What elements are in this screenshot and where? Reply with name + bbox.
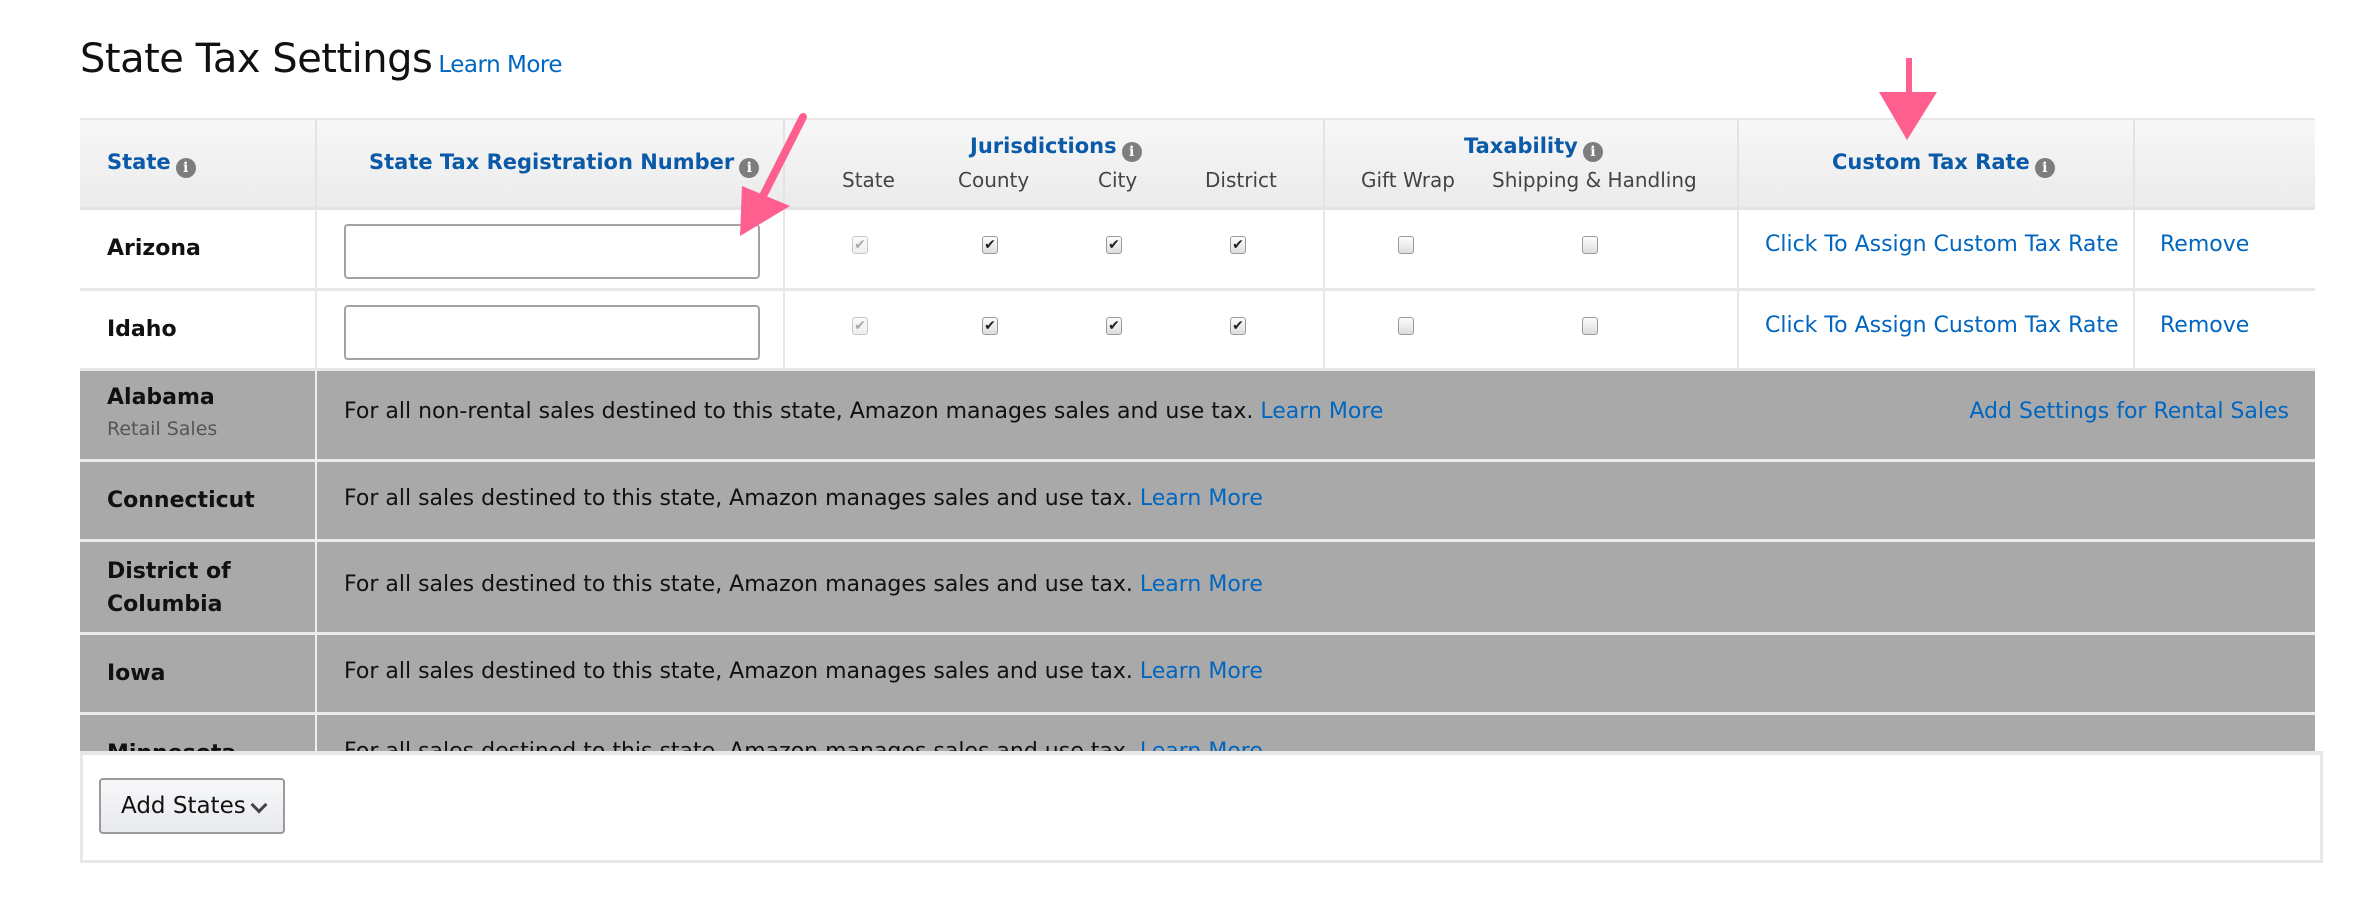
add-rental-settings-link[interactable]: Add Settings for Rental Sales — [1969, 399, 2289, 424]
registration-number-input[interactable] — [344, 224, 760, 279]
taxability-gift-wrap-checkbox[interactable] — [1398, 317, 1414, 335]
jurisdiction-district-checkbox[interactable]: ✔ — [1230, 317, 1246, 335]
column-divider — [1323, 291, 1325, 368]
managed-state-row: Minnesota For all sales destined to this… — [80, 715, 2315, 754]
header-custom-tax-rate: Custom Tax Rate i — [1739, 120, 2135, 210]
column-divider — [783, 291, 785, 368]
subheader-gift-wrap: Gift Wrap — [1361, 168, 1455, 192]
state-name-line2: Columbia — [107, 592, 223, 617]
jurisdiction-state-checkbox: ✔ — [852, 317, 868, 335]
learn-more-link[interactable]: Learn More — [1140, 572, 1263, 597]
column-divider — [315, 542, 317, 632]
column-divider — [315, 210, 317, 288]
jurisdiction-city-checkbox[interactable]: ✔ — [1106, 236, 1122, 254]
managed-note-text: For all sales destined to this state, Am… — [344, 572, 1133, 597]
managed-note: For all non-rental sales destined to thi… — [344, 399, 1383, 424]
table-row: Arizona ✔ ✔ ✔ ✔ Click To Assign Custom T… — [80, 210, 2315, 291]
managed-note-text: For all sales destined to this state, Am… — [344, 659, 1133, 684]
column-divider — [315, 462, 317, 539]
managed-state-row: Connecticut For all sales destined to th… — [80, 462, 2315, 542]
jurisdiction-county-checkbox[interactable]: ✔ — [982, 236, 998, 254]
state-name: Iowa — [107, 661, 166, 686]
jurisdiction-district-checkbox[interactable]: ✔ — [1230, 236, 1246, 254]
jurisdiction-county-checkbox[interactable]: ✔ — [982, 317, 998, 335]
state-name: Connecticut — [107, 488, 255, 513]
managed-note-text: For all sales destined to this state, Am… — [344, 486, 1133, 511]
subheader-county: County — [958, 168, 1030, 192]
header-registration: State Tax Registration Number i — [317, 120, 785, 210]
header-state: State i — [80, 120, 317, 210]
column-divider — [315, 291, 317, 368]
column-divider — [1737, 210, 1739, 288]
learn-more-link[interactable]: Learn More — [1260, 399, 1383, 424]
column-divider — [315, 715, 317, 754]
managed-state-row: Alabama Retail Sales For all non-rental … — [80, 371, 2315, 462]
subheader-district: District — [1205, 168, 1277, 192]
taxability-shipping-handling-checkbox[interactable] — [1582, 236, 1598, 254]
info-icon[interactable]: i — [175, 158, 196, 178]
state-name: District of — [107, 559, 231, 584]
managed-note: For all sales destined to this state, Am… — [344, 486, 1263, 511]
registration-number-input[interactable] — [344, 305, 760, 360]
arrow-shaft — [1906, 58, 1912, 96]
table-header: State i State Tax Registration Number i Ju… — [80, 120, 2315, 210]
state-name: Arizona — [107, 236, 201, 261]
header-taxability: Taxability i Gift Wrap Shipping & Handlin… — [1325, 120, 1739, 210]
subheader-city: City — [1098, 168, 1138, 192]
state-name: Alabama — [107, 385, 215, 410]
info-icon[interactable]: i — [1582, 142, 1603, 162]
subheader-state: State — [842, 168, 895, 192]
learn-more-link[interactable]: Learn More — [1140, 659, 1263, 684]
state-name: Idaho — [107, 317, 177, 342]
header-custom-tax-rate-label[interactable]: Custom Tax Rate — [1832, 150, 2030, 174]
managed-state-row: District of Columbia For all sales desti… — [80, 542, 2315, 635]
taxability-shipping-handling-checkbox[interactable] — [1582, 317, 1598, 335]
column-divider — [1737, 291, 1739, 368]
managed-note-text: For all non-rental sales destined to thi… — [344, 399, 1254, 424]
managed-state-row: Iowa For all sales destined to this stat… — [80, 635, 2315, 715]
state-tax-table: State i State Tax Registration Number i Ju… — [80, 118, 2315, 754]
column-divider — [783, 210, 785, 288]
header-taxability-label[interactable]: Taxability — [1464, 134, 1578, 158]
column-divider — [2133, 291, 2135, 368]
assign-custom-tax-rate-link[interactable]: Click To Assign Custom Tax Rate — [1765, 232, 2119, 257]
add-states-dropdown[interactable]: Add States — [99, 778, 285, 834]
assign-custom-tax-rate-link[interactable]: Click To Assign Custom Tax Rate — [1765, 313, 2119, 338]
info-icon[interactable]: i — [2034, 158, 2055, 178]
managed-note: For all sales destined to this state, Am… — [344, 659, 1263, 684]
remove-link[interactable]: Remove — [2160, 313, 2249, 338]
column-divider — [2133, 210, 2135, 288]
managed-note: For all sales destined to this state, Am… — [344, 572, 1263, 597]
header-registration-label[interactable]: State Tax Registration Number — [369, 150, 734, 174]
subheader-shipping-handling: Shipping & Handling — [1492, 168, 1697, 192]
learn-more-link[interactable]: Learn More — [1140, 486, 1263, 511]
header-state-label[interactable]: State — [107, 150, 171, 174]
column-divider — [1323, 210, 1325, 288]
page-title-text: State Tax Settings — [80, 36, 433, 82]
title-learn-more-link[interactable]: Learn More — [438, 52, 562, 78]
header-jurisdictions-label[interactable]: Jurisdictions — [970, 134, 1117, 158]
column-divider — [315, 635, 317, 712]
jurisdiction-state-checkbox: ✔ — [852, 236, 868, 254]
taxability-gift-wrap-checkbox[interactable] — [1398, 236, 1414, 254]
header-jurisdictions: Jurisdictions i State County City Distric… — [785, 120, 1325, 210]
state-subtitle: Retail Sales — [107, 418, 218, 440]
chevron-down-icon — [250, 796, 268, 814]
add-states-label: Add States — [121, 793, 246, 819]
table-footer: Add States — [80, 751, 2323, 863]
info-icon[interactable]: i — [1121, 142, 1142, 162]
column-divider — [315, 371, 317, 459]
info-icon[interactable]: i — [739, 158, 760, 178]
remove-link[interactable]: Remove — [2160, 232, 2249, 257]
table-row: Idaho ✔ ✔ ✔ ✔ Click To Assign Custom Tax… — [80, 291, 2315, 371]
header-actions — [2135, 120, 2315, 210]
page-title: State Tax Settings Learn More — [80, 36, 562, 82]
jurisdiction-city-checkbox[interactable]: ✔ — [1106, 317, 1122, 335]
